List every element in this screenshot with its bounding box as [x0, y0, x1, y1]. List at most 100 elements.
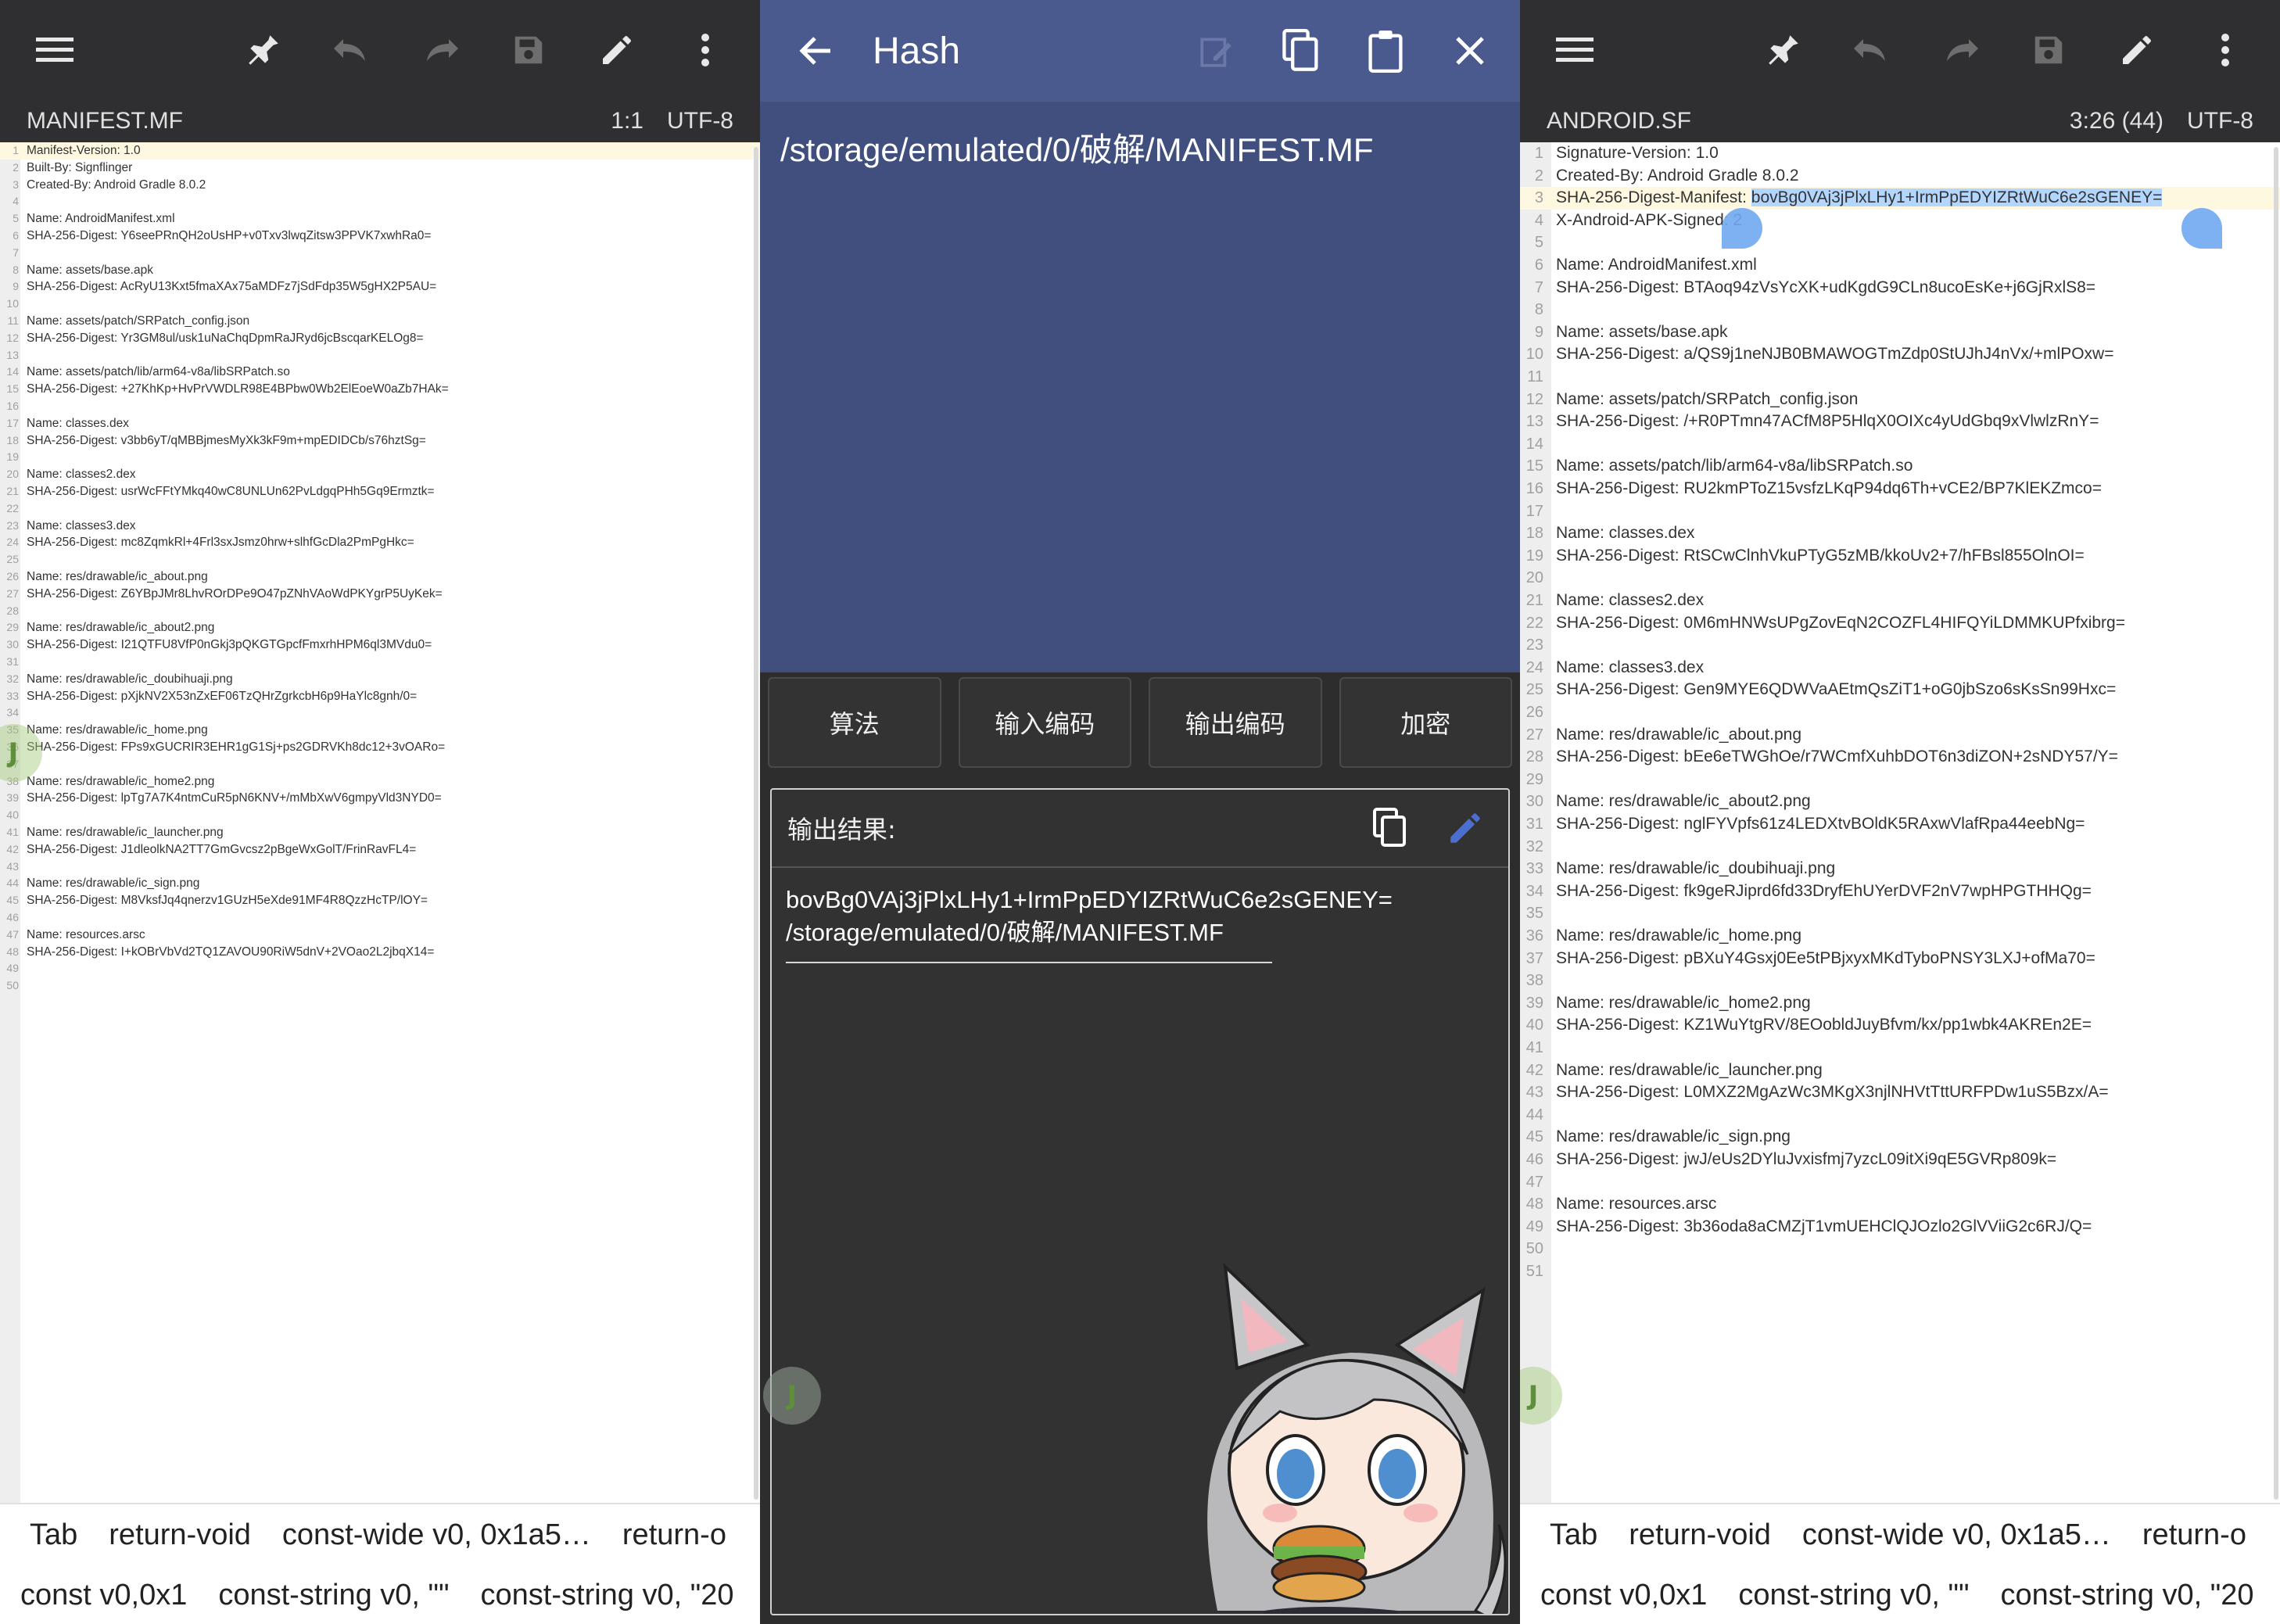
code-line[interactable]: 10 — [0, 296, 760, 313]
code-line[interactable]: 26 Name: res/drawable/ic_about.png — [0, 568, 760, 586]
code-line[interactable]: 14 Name: assets/patch/lib/arm64-v8a/libSR… — [0, 364, 760, 381]
code-line[interactable]: 29 — [1520, 769, 2280, 791]
edit-pencil-icon[interactable] — [2103, 16, 2171, 84]
code-line[interactable]: 38 — [1520, 970, 2280, 992]
code-line[interactable]: 10 SHA-256-Digest: a/QS9j1neNJB0BMAWOGTmZ… — [1520, 343, 2280, 366]
symbol-key[interactable]: Tab — [1520, 1518, 1613, 1552]
code-line[interactable]: 39 Name: res/drawable/ic_home2.png — [1520, 992, 2280, 1015]
code-line[interactable]: 48 Name: resources.arsc — [1520, 1193, 2280, 1216]
redo-icon[interactable] — [406, 16, 475, 84]
code-line[interactable]: 30 SHA-256-Digest: I21QTFU8VfP0nGkj3pQKGT… — [0, 636, 760, 654]
symbol-key[interactable]: const-wide v0, 0x1a5… — [267, 1518, 607, 1552]
code-line[interactable]: 49 SHA-256-Digest: 3b36oda8aCMZjT1vmUEHCl… — [1520, 1216, 2280, 1239]
code-line[interactable]: 33 Name: res/drawable/ic_doubihuaji.png — [1520, 858, 2280, 880]
code-line[interactable]: 21 SHA-256-Digest: usrWcFFtYMkq40wC8UNLUn… — [0, 483, 760, 500]
menu-icon[interactable] — [20, 16, 89, 84]
code-line[interactable]: 32 — [1520, 836, 2280, 859]
pin-icon[interactable] — [1749, 16, 1818, 84]
menu-icon[interactable] — [1540, 16, 1609, 84]
code-line[interactable]: 27 SHA-256-Digest: Z6YBpJMr8LhvROrDPe9O47… — [0, 586, 760, 603]
code-line[interactable]: 6 Name: AndroidManifest.xml — [1520, 254, 2280, 277]
symbol-key[interactable]: const v0,0x1 — [0, 1579, 203, 1612]
code-line[interactable]: 22 SHA-256-Digest: 0M6mHNWsUPgZovEqN2COZF… — [1520, 612, 2280, 635]
code-line[interactable]: 19 SHA-256-Digest: RtSCwClnhVkuPTyG5zMB/k… — [1520, 545, 2280, 568]
symbol-key[interactable]: const-string v0, "" — [1723, 1579, 1984, 1612]
code-line[interactable]: 47 Name: resources.arsc — [0, 927, 760, 944]
code-line[interactable]: 34 SHA-256-Digest: fk9geRJiprd6fd33DryfEh… — [1520, 880, 2280, 903]
output-result-text[interactable]: bovBg0VAj3jPlxLHy1+IrmPpEDYIZRtWuC6e2sGE… — [772, 868, 1508, 949]
code-line[interactable]: 31 — [0, 654, 760, 671]
code-line[interactable]: 46 — [0, 909, 760, 927]
code-line[interactable]: 42 Name: res/drawable/ic_launcher.png — [1520, 1059, 2280, 1082]
edit-output-icon[interactable] — [1438, 801, 1493, 855]
redo-icon[interactable] — [1926, 16, 1995, 84]
code-line[interactable]: 46 SHA-256-Digest: jwJ/eUs2DYluJvxisfmj7y… — [1520, 1149, 2280, 1171]
code-line[interactable]: 35 Name: res/drawable/ic_home.png — [0, 722, 760, 739]
code-line[interactable]: 42 SHA-256-Digest: J1dleolkNA2TT7GmGvcsz2… — [0, 841, 760, 859]
code-line[interactable]: 37 SHA-256-Digest: pBXuY4Gsxj0Ee5tPBjxyxM… — [1520, 948, 2280, 970]
hash-input-field[interactable]: /storage/emulated/0/破解/MANIFEST.MF — [760, 102, 1520, 672]
code-line[interactable]: 1 Signature-Version: 1.0 — [1520, 142, 2280, 165]
code-line[interactable]: 43 — [0, 859, 760, 876]
symbol-key[interactable]: return-void — [1613, 1518, 1787, 1552]
code-line[interactable]: 40 — [0, 807, 760, 824]
code-line[interactable]: 2 Built-By: Signflinger — [0, 160, 760, 177]
code-line[interactable]: 4 — [0, 193, 760, 210]
code-line[interactable]: 5 — [1520, 231, 2280, 254]
symbol-key[interactable]: Tab — [0, 1518, 93, 1552]
input-encoding-button[interactable]: 输入编码 — [958, 677, 1131, 768]
edit-note-icon[interactable] — [1185, 20, 1248, 82]
code-line[interactable]: 7 SHA-256-Digest: BTAoq94zVsYcXK+udKgdG9C… — [1520, 277, 2280, 299]
symbol-key[interactable]: return-void — [93, 1518, 267, 1552]
code-line[interactable]: 24 SHA-256-Digest: mc8ZqmkRl+4Frl3sxJsmz0… — [0, 534, 760, 551]
code-line[interactable]: 12 Name: assets/patch/SRPatch_config.json — [1520, 389, 2280, 411]
symbol-key[interactable]: const-string v0, "20 — [1985, 1579, 2270, 1612]
code-line[interactable]: 13 SHA-256-Digest: /+R0PTmn47ACfM8P5HlqX0… — [1520, 410, 2280, 433]
code-line[interactable]: 9 SHA-256-Digest: AcRyU13Kxt5fmaXAx75aMDF… — [0, 278, 760, 296]
code-line[interactable]: 3 Created-By: Android Gradle 8.0.2 — [0, 177, 760, 194]
code-line[interactable]: 47 — [1520, 1171, 2280, 1194]
code-line[interactable]: 51 — [1520, 1260, 2280, 1283]
code-line[interactable]: 21 Name: classes2.dex — [1520, 590, 2280, 612]
save-icon[interactable] — [2014, 16, 2083, 84]
code-line[interactable]: 28 SHA-256-Digest: bEe6eTWGhOe/r7WCmfXuhb… — [1520, 746, 2280, 769]
code-line[interactable]: 16 SHA-256-Digest: RU2kmPToZ15vsfzLKqP94d… — [1520, 478, 2280, 500]
code-line[interactable]: 50 — [0, 977, 760, 995]
code-line[interactable]: 36 Name: res/drawable/ic_home.png — [1520, 925, 2280, 948]
back-arrow-icon[interactable] — [791, 27, 838, 74]
copy-icon[interactable] — [1270, 20, 1332, 82]
code-line[interactable]: 8 Name: assets/base.apk — [0, 262, 760, 279]
code-line[interactable]: 11 Name: assets/patch/SRPatch_config.json — [0, 313, 760, 330]
code-line[interactable]: 17 Name: classes.dex — [0, 415, 760, 432]
code-line[interactable]: 15 Name: assets/patch/lib/arm64-v8a/libSR… — [1520, 455, 2280, 478]
code-line[interactable]: 14 — [1520, 433, 2280, 456]
code-line[interactable]: 50 — [1520, 1238, 2280, 1260]
code-line[interactable]: 45 SHA-256-Digest: M8VksfJq4qnerzv1GUzH5e… — [0, 892, 760, 909]
symbol-key[interactable]: const-string v0, "" — [203, 1579, 464, 1612]
more-vert-icon[interactable] — [2191, 16, 2260, 84]
code-line[interactable]: 35 — [1520, 902, 2280, 925]
scrollbar[interactable] — [754, 147, 758, 1500]
code-line[interactable]: 45 Name: res/drawable/ic_sign.png — [1520, 1126, 2280, 1149]
code-line[interactable]: 36 SHA-256-Digest: FPs9xGUCRIR3EHR1gG1Sj+… — [0, 739, 760, 756]
code-line[interactable]: 41 Name: res/drawable/ic_launcher.png — [0, 824, 760, 841]
algorithm-button[interactable]: 算法 — [768, 677, 941, 768]
right-code-area[interactable]: 1 Signature-Version: 1.0 2 Created-By: Andr… — [1520, 142, 2280, 1503]
code-line[interactable]: 13 — [0, 347, 760, 364]
symbol-key[interactable]: const-string v0, "20 — [465, 1579, 750, 1612]
code-line[interactable]: 24 Name: classes3.dex — [1520, 657, 2280, 679]
output-encoding-button[interactable]: 输出编码 — [1149, 677, 1322, 768]
symbol-key[interactable]: return-o — [2127, 1518, 2262, 1552]
code-line[interactable]: 30 Name: res/drawable/ic_about2.png — [1520, 790, 2280, 813]
code-line[interactable]: 11 — [1520, 366, 2280, 389]
code-line[interactable]: 34 — [0, 704, 760, 722]
code-line[interactable]: 12 SHA-256-Digest: Yr3GM8ul/usk1uNaChqDpm… — [0, 330, 760, 347]
code-line[interactable]: 26 — [1520, 701, 2280, 724]
undo-icon[interactable] — [317, 16, 386, 84]
code-line[interactable]: 23 — [1520, 634, 2280, 657]
code-line[interactable]: 18 SHA-256-Digest: v3bb6yT/qMBBjmesMyXk3k… — [0, 432, 760, 450]
pin-icon[interactable] — [229, 16, 298, 84]
code-line[interactable]: 3 SHA-256-Digest-Manifest: bovBg0VAj3jPlx… — [1520, 187, 2280, 210]
copy-output-icon[interactable] — [1363, 801, 1418, 855]
code-line[interactable]: 44 Name: res/drawable/ic_sign.png — [0, 875, 760, 892]
